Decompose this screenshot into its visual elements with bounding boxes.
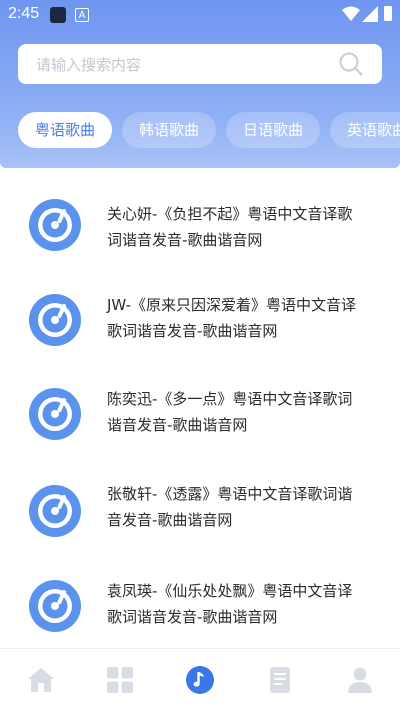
song-list: 关心妍-《负担不起》粤语中文音译歌 词谐音发音-歌曲谐音网 JW-《原来只因深爱… — [0, 168, 400, 648]
list-item[interactable]: 袁凤瑛-《仙乐处处飘》粤语中文音译 歌词谐音发音-歌曲谐音网 — [0, 552, 400, 648]
song-title-line: 袁凤瑛-《仙乐处处飘》粤语中文音译 — [107, 582, 353, 600]
home-icon[interactable] — [26, 665, 56, 695]
grid-icon[interactable] — [105, 665, 135, 695]
song-title-line: 歌词谐音发音-歌曲谐音网 — [107, 608, 278, 626]
status-time: 2:45 — [8, 5, 40, 22]
music-disc-icon — [29, 199, 81, 251]
song-title-line: 词谐音发音-歌曲谐音网 — [107, 231, 263, 249]
music-disc-icon — [29, 294, 81, 346]
a-notification-icon: A — [75, 8, 89, 22]
music-disc-icon — [29, 388, 81, 440]
song-title: 张敬轩-《透露》粤语中文音译歌词谐 音发音-歌曲谐音网 — [107, 481, 377, 533]
song-title: 袁凤瑛-《仙乐处处飘》粤语中文音译 歌词谐音发音-歌曲谐音网 — [107, 578, 377, 630]
music-note-icon[interactable] — [185, 665, 215, 695]
category-tabs: 粤语歌曲 韩语歌曲 日语歌曲 英语歌曲 — [18, 112, 400, 148]
search-input[interactable]: 请输入搜索内容 — [36, 54, 338, 75]
list-item[interactable]: 关心妍-《负担不起》粤语中文音译歌 词谐音发音-歌曲谐音网 — [0, 168, 400, 264]
status-bar: 2:45 A — [0, 0, 400, 30]
song-title-line: 陈奕迅-《多一点》粤语中文音译歌词 — [107, 390, 353, 408]
song-title-line: 音发音-歌曲谐音网 — [107, 511, 233, 529]
app-notification-icon — [50, 7, 66, 23]
list-item[interactable]: JW-《原来只因深爱着》粤语中文音译 歌词谐音发音-歌曲谐音网 — [0, 264, 400, 360]
song-title: 陈奕迅-《多一点》粤语中文音译歌词 谐音发音-歌曲谐音网 — [107, 386, 377, 438]
battery-icon — [384, 6, 392, 21]
user-icon[interactable] — [345, 665, 375, 695]
document-icon[interactable] — [265, 665, 295, 695]
header-background: 2:45 A 请输入搜索内容 粤语歌曲 韩语歌曲 日语歌曲 英语歌曲 — [0, 0, 400, 168]
song-title-line: 歌词谐音发音-歌曲谐音网 — [107, 322, 278, 340]
music-disc-icon — [29, 580, 81, 632]
tab-korean[interactable]: 韩语歌曲 — [122, 112, 217, 148]
music-disc-icon — [29, 485, 81, 537]
tab-cantonese[interactable]: 粤语歌曲 — [18, 112, 113, 148]
song-title-line: 张敬轩-《透露》粤语中文音译歌词谐 — [107, 485, 353, 503]
search-icon[interactable] — [338, 51, 364, 77]
song-title-line: JW-《原来只因深爱着》粤语中文音译 — [107, 296, 357, 314]
list-item[interactable]: 张敬轩-《透露》粤语中文音译歌词谐 音发音-歌曲谐音网 — [0, 456, 400, 552]
song-title: JW-《原来只因深爱着》粤语中文音译 歌词谐音发音-歌曲谐音网 — [107, 292, 377, 344]
tab-english[interactable]: 英语歌曲 — [330, 112, 400, 148]
wifi-icon — [342, 6, 360, 21]
bottom-navigation — [0, 648, 400, 713]
search-bar[interactable]: 请输入搜索内容 — [18, 44, 382, 84]
song-title-line: 关心妍-《负担不起》粤语中文音译歌 — [107, 205, 353, 223]
song-title: 关心妍-《负担不起》粤语中文音译歌 词谐音发音-歌曲谐音网 — [107, 201, 377, 253]
signal-icon — [362, 6, 378, 22]
song-title-line: 谐音发音-歌曲谐音网 — [107, 416, 248, 434]
tab-japanese[interactable]: 日语歌曲 — [226, 112, 321, 148]
list-item[interactable]: 陈奕迅-《多一点》粤语中文音译歌词 谐音发音-歌曲谐音网 — [0, 360, 400, 456]
